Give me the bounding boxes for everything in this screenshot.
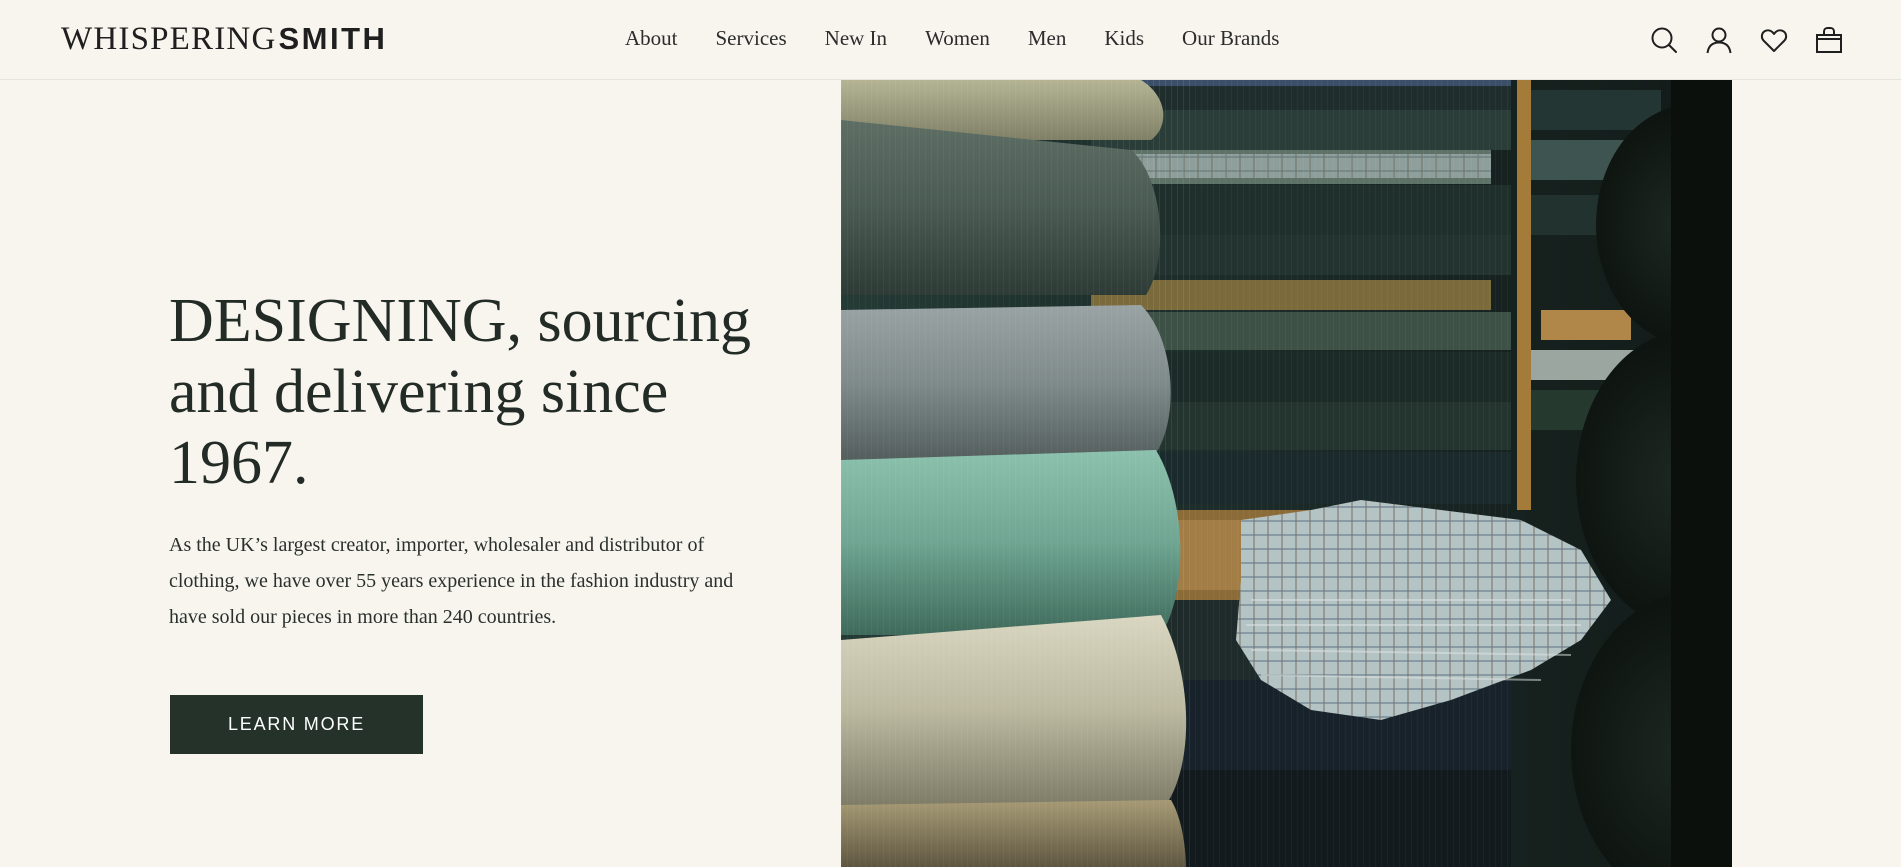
- nav-item-services[interactable]: Services: [716, 25, 787, 51]
- logo-word-bold: SMITH: [278, 21, 388, 56]
- nav-item-about[interactable]: About: [625, 25, 678, 51]
- nav-item-our-brands[interactable]: Our Brands: [1182, 25, 1279, 51]
- main-nav: About Services New In Women Men Kids Our…: [625, 25, 1279, 51]
- nav-item-new-in[interactable]: New In: [825, 25, 887, 51]
- brand-logo[interactable]: WHISPERING SMITH: [61, 21, 387, 57]
- wishlist-icon[interactable]: [1760, 26, 1788, 54]
- nav-item-kids[interactable]: Kids: [1104, 25, 1144, 51]
- bag-icon[interactable]: [1815, 26, 1843, 54]
- logo-word-light: WHISPERING: [61, 21, 277, 57]
- nav-item-women[interactable]: Women: [925, 25, 990, 51]
- nav-item-men[interactable]: Men: [1028, 25, 1067, 51]
- learn-more-button[interactable]: LEARN MORE: [170, 695, 423, 754]
- site-header: WHISPERING SMITH About Services New In W…: [0, 0, 1901, 80]
- hero-description: As the UK’s largest creator, importer, w…: [169, 534, 734, 628]
- search-icon[interactable]: [1650, 26, 1678, 54]
- hero-title: DESIGNING, sourcing and delivering since…: [169, 287, 752, 497]
- header-actions: [1650, 26, 1843, 54]
- account-icon[interactable]: [1705, 26, 1733, 54]
- fabric-rolls-image: [841, 80, 1732, 867]
